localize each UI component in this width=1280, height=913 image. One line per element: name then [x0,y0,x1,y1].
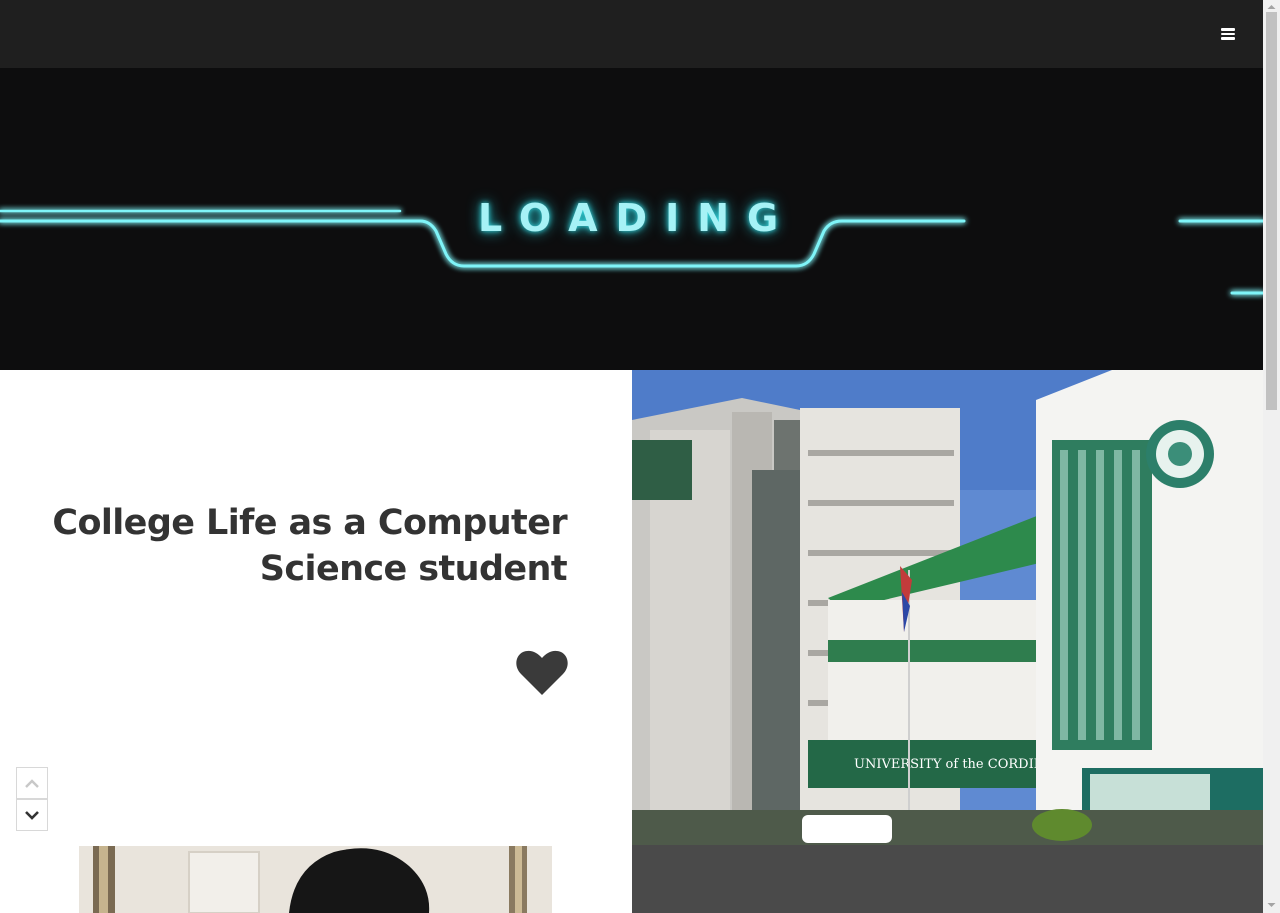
loading-text: LOADING [478,196,797,240]
scroll-down-button[interactable] [16,799,48,831]
post-title: College Life as a Computer Science stude… [52,503,567,589]
university-building-image: UNIVERSITY of the CORDILLERAS [632,370,1263,845]
student-photo-image [79,846,552,913]
top-navbar [0,0,1263,68]
post-photo [79,846,552,913]
scrollbar-up-arrow-icon[interactable] [1266,2,1277,12]
scrollbar-thumb[interactable] [1266,12,1277,410]
hero-banner: LOADING [0,68,1263,370]
post-intro: College Life as a Computer Science stude… [0,370,632,913]
scroll-up-button[interactable] [16,767,48,799]
scrollbar-down-arrow-icon[interactable] [1266,900,1277,910]
hamburger-menu-icon[interactable] [1218,26,1238,44]
chevron-down-icon [25,811,39,820]
right-dark-panel [632,845,1263,913]
chevron-up-icon [25,779,39,788]
campus-photo: UNIVERSITY of the CORDILLERAS [632,370,1263,845]
heart-icon[interactable] [516,650,568,696]
